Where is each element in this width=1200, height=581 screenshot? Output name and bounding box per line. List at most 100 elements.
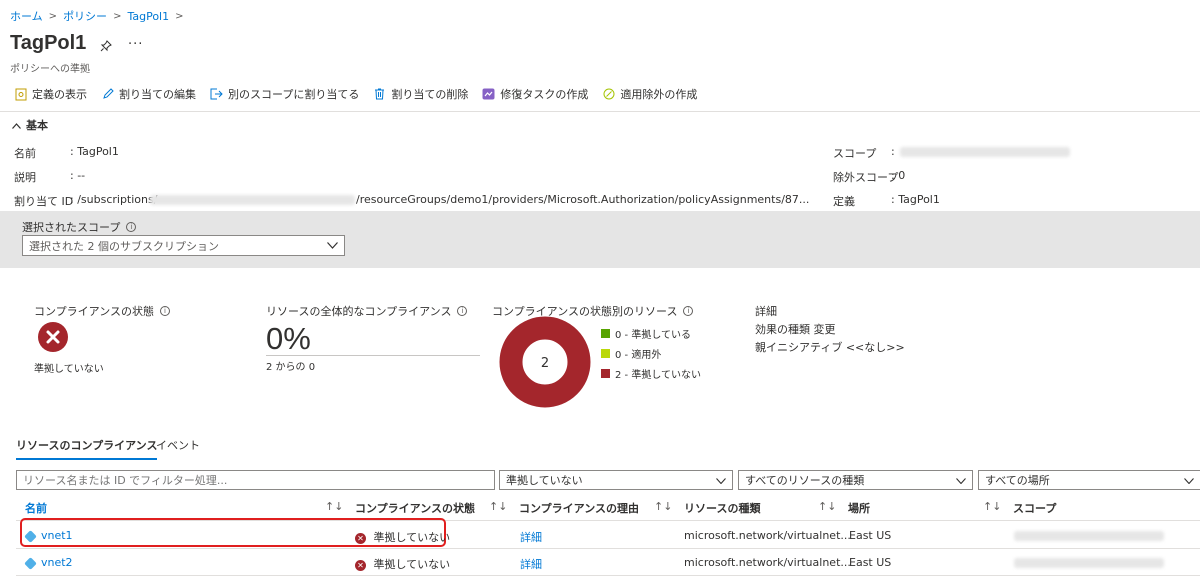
excluded-scope-value: : 0: [891, 169, 906, 182]
sort-name-icon[interactable]: ↑↓: [325, 500, 343, 513]
row-reason-details-link[interactable]: 詳細: [520, 556, 542, 572]
row-location: East US: [849, 529, 892, 542]
sort-type-icon[interactable]: ↑↓: [818, 500, 836, 513]
breadcrumb-tagpol1[interactable]: TagPol1: [127, 10, 169, 23]
view-definition-label: 定義の表示: [32, 88, 87, 101]
column-header-name[interactable]: 名前: [25, 500, 47, 516]
chevron-down-icon: [1184, 474, 1194, 487]
non-compliant-icon: [38, 322, 68, 352]
column-header-type[interactable]: リソースの種類: [684, 500, 760, 516]
non-compliant-icon: ✕: [355, 559, 366, 571]
compliance-state-title: コンプライアンスの状態: [34, 305, 155, 318]
chevron-down-icon: [716, 474, 726, 487]
scope-value: :: [891, 145, 895, 158]
effect-type: 効果の種類 変更: [755, 323, 836, 336]
chevron-up-icon: [12, 119, 21, 132]
page-subtitle: ポリシーへの準拠: [10, 64, 90, 75]
table-row[interactable]: vnet2: [24, 556, 73, 570]
breadcrumb-policy[interactable]: ポリシー: [63, 8, 107, 24]
divider: [0, 111, 1200, 112]
column-header-scope[interactable]: スコープ: [1013, 500, 1056, 516]
state-filter-dropdown[interactable]: 準拠していない: [499, 470, 733, 490]
redacted-scope: [900, 147, 1070, 157]
chevron-right-icon: >: [175, 10, 184, 22]
compliance-state-title-wrap: コンプライアンスの状態 i: [34, 303, 171, 319]
overall-compliance-title: リソースの全体的なコンプライアンス: [266, 305, 452, 318]
pin-icon[interactable]: [100, 40, 112, 55]
essentials-toggle[interactable]: 基本: [12, 117, 48, 133]
column-header-state[interactable]: コンプライアンスの状態: [355, 500, 475, 516]
resource-name-link[interactable]: vnet2: [41, 556, 73, 569]
compliance-state-value: 準拠していない: [34, 364, 104, 375]
name-label: 名前: [14, 147, 36, 160]
edit-assignment-button[interactable]: 割り当ての編集: [101, 86, 196, 102]
export-arrow-icon: [210, 88, 223, 101]
resource-name-link[interactable]: vnet1: [41, 529, 73, 542]
state-filter-value: 準拠していない: [506, 474, 583, 487]
donut-total: 2: [541, 356, 549, 371]
row-state: ✕ 準拠していない: [355, 529, 450, 545]
non-compliant-icon: ✕: [355, 532, 366, 544]
chevron-down-icon: [327, 239, 338, 252]
table-divider: [16, 548, 1200, 549]
info-icon[interactable]: i: [126, 222, 137, 232]
definition-label: 定義: [833, 195, 855, 208]
breadcrumb-home[interactable]: ホーム: [10, 8, 43, 24]
selected-scope-label: 選択されたスコープ: [22, 221, 121, 234]
row-state-label: 準拠していない: [373, 558, 451, 571]
delete-assignment-label: 割り当ての削除: [391, 88, 469, 101]
sort-location-icon[interactable]: ↑↓: [983, 500, 1001, 513]
selected-scope-label-wrap: 選択されたスコープ i: [22, 219, 137, 235]
search-input[interactable]: [23, 473, 488, 487]
create-exemption-label: 適用除外の作成: [620, 88, 698, 101]
details-title: 詳細: [755, 305, 777, 318]
virtual-network-icon: [24, 529, 37, 543]
location-filter-value: すべての場所: [985, 474, 1050, 487]
assign-other-scope-label: 別のスコープに割り当てる: [228, 88, 360, 101]
trash-icon: [373, 88, 386, 101]
sort-reason-icon[interactable]: ↑↓: [654, 500, 672, 513]
redacted-subscription-id: [150, 195, 355, 205]
compliance-bar: [266, 355, 480, 356]
info-icon[interactable]: i: [683, 306, 694, 316]
row-reason-details-link[interactable]: 詳細: [520, 529, 542, 545]
edit-assignment-label: 割り当ての編集: [119, 88, 196, 101]
legend-swatch: [601, 349, 610, 358]
chevron-right-icon: >: [48, 10, 58, 22]
more-options-icon[interactable]: ···: [128, 37, 143, 52]
pencil-icon: [101, 88, 114, 101]
legend-compliant-label: 0 - 準拠している: [615, 330, 692, 341]
tab-events[interactable]: イベント: [156, 437, 200, 453]
location-filter-dropdown[interactable]: すべての場所: [978, 470, 1200, 490]
view-definition-button[interactable]: 定義の表示: [14, 86, 87, 102]
info-icon[interactable]: i: [457, 306, 468, 316]
table-row[interactable]: vnet1: [24, 529, 73, 543]
create-exemption-button[interactable]: 適用除外の作成: [602, 86, 697, 102]
assignment-id-suffix: /resourceGroups/demo1/providers/Microsof…: [356, 193, 810, 206]
row-location: East US: [849, 556, 892, 569]
row-resource-type: microsoft.network/virtualnet...: [684, 529, 851, 542]
assignment-id-prefix: : /subscriptions/: [70, 193, 158, 206]
assignment-id-label: 割り当て ID: [14, 195, 74, 208]
page-title: TagPol1: [10, 32, 87, 54]
resource-type-filter-dropdown[interactable]: すべてのリソースの種類: [738, 470, 973, 490]
tab-resource-compliance[interactable]: リソースのコンプライアンス: [16, 437, 158, 460]
delete-assignment-button[interactable]: 割り当ての削除: [373, 86, 468, 102]
legend-non-compliant: 2 - 準拠していない: [601, 366, 701, 381]
scope-label: スコープ: [833, 147, 877, 160]
remediation-icon: [482, 88, 495, 101]
overall-compliance-sub: 2 からの 0: [266, 362, 316, 373]
scope-dropdown-value: 選択された 2 個のサブスクリプション: [29, 239, 219, 253]
excluded-scope-label: 除外スコープ: [833, 171, 899, 184]
column-header-location[interactable]: 場所: [848, 500, 870, 516]
scope-dropdown[interactable]: 選択された 2 個のサブスクリプション: [22, 235, 345, 256]
row-resource-type: microsoft.network/virtualnet...: [684, 556, 851, 569]
essentials-header: 基本: [26, 119, 48, 132]
legend-non-compliant-label: 2 - 準拠していない: [615, 370, 702, 381]
create-remediation-button[interactable]: 修復タスクの作成: [482, 86, 588, 102]
sort-state-icon[interactable]: ↑↓: [489, 500, 507, 513]
assign-other-scope-button[interactable]: 別のスコープに割り当てる: [210, 86, 359, 102]
name-value: : TagPol1: [70, 145, 119, 158]
column-header-reason[interactable]: コンプライアンスの理由: [519, 500, 639, 516]
info-icon[interactable]: i: [160, 306, 171, 316]
